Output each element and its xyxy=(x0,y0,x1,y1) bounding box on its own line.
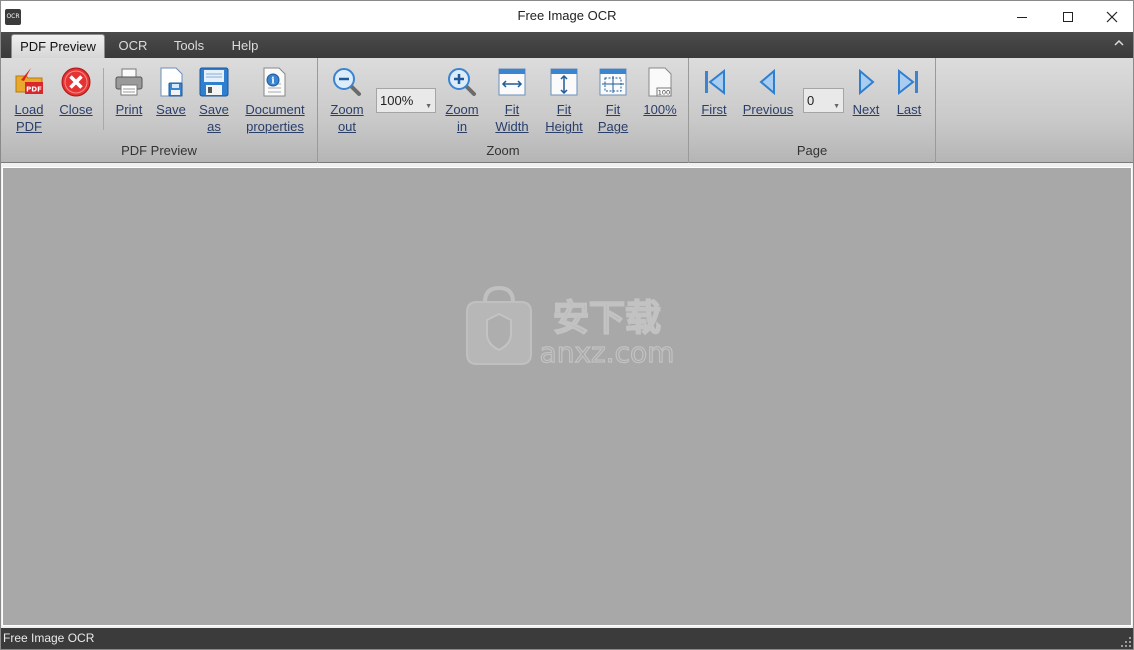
chevron-down-icon: ▼ xyxy=(425,103,432,110)
save-as-icon xyxy=(199,67,229,97)
zoom-in-icon xyxy=(448,68,476,96)
ribbon-tabs: PDF Preview OCR Tools Help xyxy=(1,32,1133,58)
fit-height-button[interactable]: Fit Height xyxy=(540,66,588,135)
fit-width-label-2: Width xyxy=(495,119,529,134)
zoom-in-button[interactable]: Zoom in xyxy=(440,66,484,135)
group-zoom: Zoom out 100% ▼ Zoom in Fit Width Fit He… xyxy=(318,58,689,163)
close-window-button[interactable] xyxy=(1089,1,1134,32)
tab-help[interactable]: Help xyxy=(223,34,267,58)
maximize-icon xyxy=(1063,11,1073,22)
status-bar: Free Image OCR xyxy=(1,628,1133,649)
document-viewer[interactable]: 安下载 anxz.com xyxy=(2,167,1132,626)
group-label-pdf-preview: PDF Preview xyxy=(121,143,197,158)
close-circle-icon xyxy=(61,67,91,97)
zoom-out-icon xyxy=(333,68,361,96)
previous-page-icon xyxy=(759,68,775,96)
first-page-button[interactable]: First xyxy=(695,66,733,118)
document-info-icon: i xyxy=(263,67,286,97)
tab-ocr[interactable]: OCR xyxy=(111,34,155,58)
last-page-icon xyxy=(898,68,918,96)
printer-icon xyxy=(115,68,143,96)
zoom-out-label-2: out xyxy=(337,119,357,134)
document-properties-button[interactable]: i Document properties xyxy=(239,66,311,135)
status-text: Free Image OCR xyxy=(3,631,95,645)
load-pdf-label-2: PDF xyxy=(16,119,42,134)
actual-size-label: 100% xyxy=(643,102,677,117)
previous-label: Previous xyxy=(742,102,794,117)
fit-height-label-1: Fit xyxy=(556,102,572,117)
actual-size-icon: 100 xyxy=(648,67,672,97)
svg-text:PDF: PDF xyxy=(26,86,42,94)
window-title: Free Image OCR xyxy=(517,8,617,23)
page-number-select[interactable]: 0 ▼ xyxy=(803,88,844,113)
group-pdf-preview: PDF Load PDF Close Print Save Save as i … xyxy=(1,58,318,163)
save-label: Save xyxy=(156,102,186,117)
last-label: Last xyxy=(896,102,922,117)
resize-grip-icon[interactable] xyxy=(1121,637,1131,647)
print-button[interactable]: Print xyxy=(109,66,149,118)
fit-width-label-1: Fit xyxy=(504,102,520,117)
next-page-icon xyxy=(859,68,875,96)
chevron-up-icon xyxy=(1114,39,1124,46)
save-icon xyxy=(160,67,183,97)
collapse-ribbon-button[interactable] xyxy=(1113,37,1125,49)
fit-width-button[interactable]: Fit Width xyxy=(490,66,534,135)
save-as-button[interactable]: Save as xyxy=(194,66,234,135)
watermark-text-en: anxz.com xyxy=(540,336,675,369)
document-properties-label-2: properties xyxy=(246,119,304,134)
close-label: Close xyxy=(59,102,93,117)
load-pdf-button[interactable]: PDF Load PDF xyxy=(7,66,51,135)
minimize-icon xyxy=(1017,16,1027,18)
group-label-page: Page xyxy=(796,143,828,158)
next-label: Next xyxy=(852,102,880,117)
first-label: First xyxy=(701,102,727,117)
actual-size-button[interactable]: 100 100% xyxy=(638,66,682,118)
minimize-button[interactable] xyxy=(999,1,1045,32)
next-page-button[interactable]: Next xyxy=(849,66,883,118)
zoom-in-label-1: Zoom xyxy=(445,102,479,117)
zoom-level-value: 100% xyxy=(380,93,414,108)
fit-page-label-2: Page xyxy=(597,119,629,134)
ribbon: PDF Load PDF Close Print Save Save as i … xyxy=(1,58,1133,163)
save-button[interactable]: Save xyxy=(151,66,191,118)
fit-height-icon xyxy=(550,68,578,96)
fit-page-label-1: Fit xyxy=(605,102,621,117)
fit-height-label-2: Height xyxy=(545,119,583,134)
zoom-out-label-1: Zoom xyxy=(330,102,364,117)
save-as-label-1: Save xyxy=(199,102,229,117)
close-button[interactable]: Close xyxy=(55,66,97,118)
watermark-text-cn: 安下载 xyxy=(553,298,661,339)
maximize-button[interactable] xyxy=(1045,1,1091,32)
load-pdf-icon: PDF xyxy=(15,68,43,94)
document-properties-label-1: Document xyxy=(245,102,305,117)
svg-text:i: i xyxy=(271,77,275,87)
print-label: Print xyxy=(115,102,143,117)
first-page-icon xyxy=(705,68,725,96)
tab-pdf-preview[interactable]: PDF Preview xyxy=(11,34,105,58)
watermark-logo: 安下载 anxz.com xyxy=(466,285,675,369)
fit-page-button[interactable]: Fit Page xyxy=(592,66,634,135)
title-bar: OCR Free Image OCR xyxy=(1,1,1133,32)
page-number-value: 0 xyxy=(807,93,815,108)
fit-width-icon xyxy=(498,68,526,96)
last-page-button[interactable]: Last xyxy=(891,66,927,118)
tab-tools[interactable]: Tools xyxy=(165,34,213,58)
previous-page-button[interactable]: Previous xyxy=(739,66,797,118)
load-pdf-label-1: Load xyxy=(14,102,44,117)
actual-size-badge: 100 xyxy=(658,89,670,97)
close-icon xyxy=(1106,11,1118,22)
group-page: First Previous 0 ▼ Next Last Page xyxy=(689,58,936,163)
zoom-out-button[interactable]: Zoom out xyxy=(324,66,370,135)
save-as-label-2: as xyxy=(207,119,221,134)
zoom-in-label-2: in xyxy=(456,119,468,134)
fit-page-icon xyxy=(599,68,627,96)
app-window: OCR Free Image OCR PDF Preview OCR Tools… xyxy=(0,0,1134,650)
chevron-down-icon: ▼ xyxy=(833,103,840,110)
group-label-zoom: Zoom xyxy=(486,143,520,158)
separator xyxy=(103,68,104,130)
zoom-level-select[interactable]: 100% ▼ xyxy=(376,88,436,113)
